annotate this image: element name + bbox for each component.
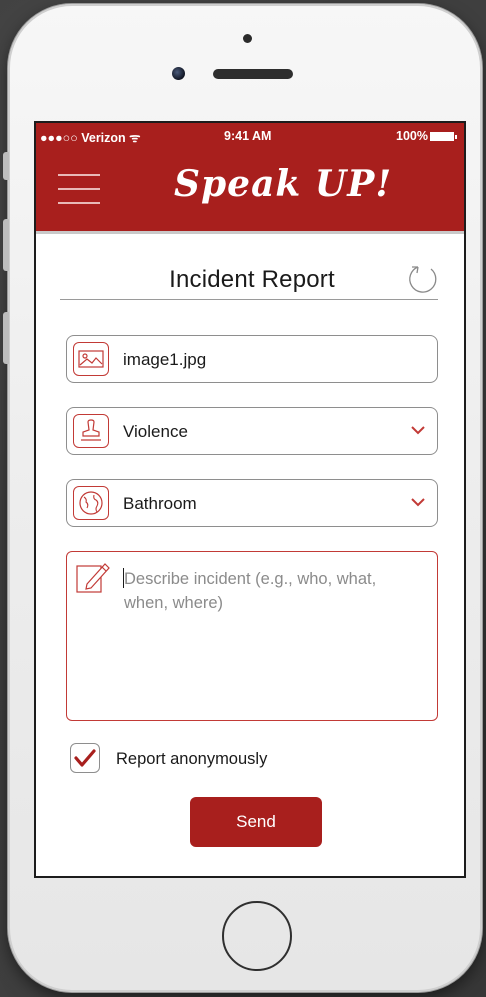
image-filename: image1.jpg <box>123 350 207 369</box>
earpiece-speaker <box>213 69 293 79</box>
carrier-label: ●●●○○ Verizon ᯤ <box>40 131 141 145</box>
stamp-icon <box>73 414 109 448</box>
description-textarea[interactable]: Describe incident (e.g., who, what, when… <box>66 551 438 721</box>
send-button[interactable]: Send <box>190 797 322 847</box>
page-title: Incident Report <box>169 266 335 293</box>
title-divider <box>60 299 438 300</box>
app-header: ●●●○○ Verizon ᯤ 9:41 AM 100% Speak UP! <box>36 123 464 231</box>
mute-switch <box>3 152 9 180</box>
battery-icon <box>430 132 457 141</box>
header-divider <box>36 231 464 234</box>
checkmark-icon <box>74 749 96 767</box>
volume-down-button <box>3 312 9 364</box>
front-camera <box>172 67 185 80</box>
menu-icon[interactable] <box>58 174 100 206</box>
chevron-down-icon <box>411 426 425 435</box>
pencil-icon <box>76 563 110 593</box>
app-title: Speak UP! <box>174 163 393 205</box>
category-select[interactable]: Violence <box>66 407 438 455</box>
chevron-down-icon <box>411 498 425 507</box>
proximity-sensor <box>243 34 252 43</box>
globe-icon <box>73 486 109 520</box>
image-icon <box>73 342 109 376</box>
location-value: Bathroom <box>123 494 197 513</box>
description-placeholder: Describe incident (e.g., who, what, when… <box>124 570 377 612</box>
anonymous-checkbox[interactable] <box>70 743 100 773</box>
anonymous-label[interactable]: Report anonymously <box>116 750 267 769</box>
image-attachment-field[interactable]: image1.jpg <box>66 335 438 383</box>
app-screen: ●●●○○ Verizon ᯤ 9:41 AM 100% Speak UP! I… <box>34 121 466 878</box>
battery-percent: 100% <box>396 129 428 143</box>
home-button[interactable] <box>222 901 292 971</box>
reset-icon[interactable] <box>406 261 440 295</box>
category-value: Violence <box>123 422 188 441</box>
volume-up-button <box>3 219 9 271</box>
status-time: 9:41 AM <box>224 129 272 143</box>
location-select[interactable]: Bathroom <box>66 479 438 527</box>
